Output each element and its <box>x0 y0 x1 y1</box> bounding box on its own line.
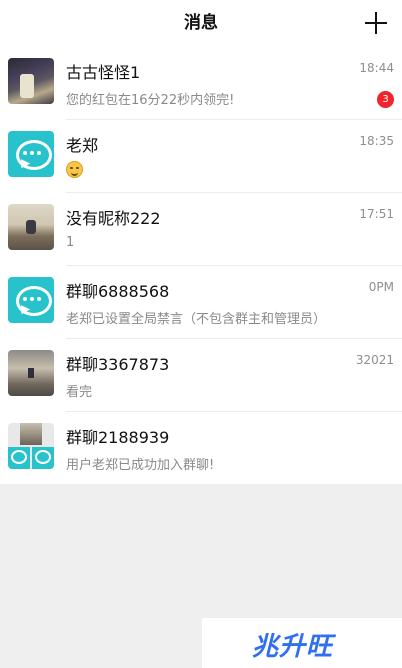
watermark-text: 兆升旺 <box>252 632 334 662</box>
last-message: 您的红包在16分22秒内领完! <box>66 93 235 108</box>
timestamp: 0PM <box>368 280 394 294</box>
avatar <box>8 58 54 104</box>
conversation-row[interactable]: 没有昵称222 1 17:51 <box>0 192 402 265</box>
page-title: 消息 <box>184 13 218 33</box>
messages-screen: 消息 古古怪怪1 您的红包在16分22秒内领完! 18:44 3 老郑 18:3… <box>0 0 402 668</box>
chat-bubble-icon <box>8 277 54 323</box>
conversation-row[interactable]: 古古怪怪1 您的红包在16分22秒内领完! 18:44 3 <box>0 46 402 119</box>
conversation-name: 群聊2188939 <box>66 428 170 447</box>
conversation-name: 老郑 <box>66 136 99 155</box>
avatar <box>8 204 54 250</box>
group-avatar <box>8 423 54 469</box>
chat-bubble-icon <box>8 131 54 177</box>
top-bar: 消息 <box>0 0 402 46</box>
watermark: 兆升旺 <box>202 618 402 668</box>
last-message: 用户老郑已成功加入群聊! <box>66 458 215 473</box>
conversation-list: 古古怪怪1 您的红包在16分22秒内领完! 18:44 3 老郑 18:35 没… <box>0 46 402 484</box>
conversation-row[interactable]: 群聊2188939 用户老郑已成功加入群聊! <box>0 411 402 484</box>
conversation-name: 群聊3367873 <box>66 355 170 374</box>
timestamp: 17:51 <box>359 207 394 221</box>
timestamp: 18:35 <box>359 134 394 148</box>
smiling-face-icon <box>66 161 83 178</box>
conversation-name: 没有昵称222 <box>66 209 161 228</box>
last-message: 老郑已设置全局禁言（不包含群主和管理员） <box>66 312 327 327</box>
avatar <box>8 350 54 396</box>
conversation-row[interactable]: 群聊3367873 看完 32021 <box>0 338 402 411</box>
last-message: 1 <box>66 235 75 250</box>
timestamp: 32021 <box>355 353 394 367</box>
conversation-name: 古古怪怪1 <box>66 63 141 82</box>
last-message: 看完 <box>66 385 93 400</box>
unread-badge: 3 <box>377 91 394 108</box>
plus-icon[interactable] <box>364 11 388 35</box>
conversation-row[interactable]: 老郑 18:35 <box>0 119 402 192</box>
conversation-name: 群聊6888568 <box>66 282 170 301</box>
conversation-row[interactable]: 群聊6888568 老郑已设置全局禁言（不包含群主和管理员） 0PM <box>0 265 402 338</box>
timestamp: 18:44 <box>359 61 394 75</box>
